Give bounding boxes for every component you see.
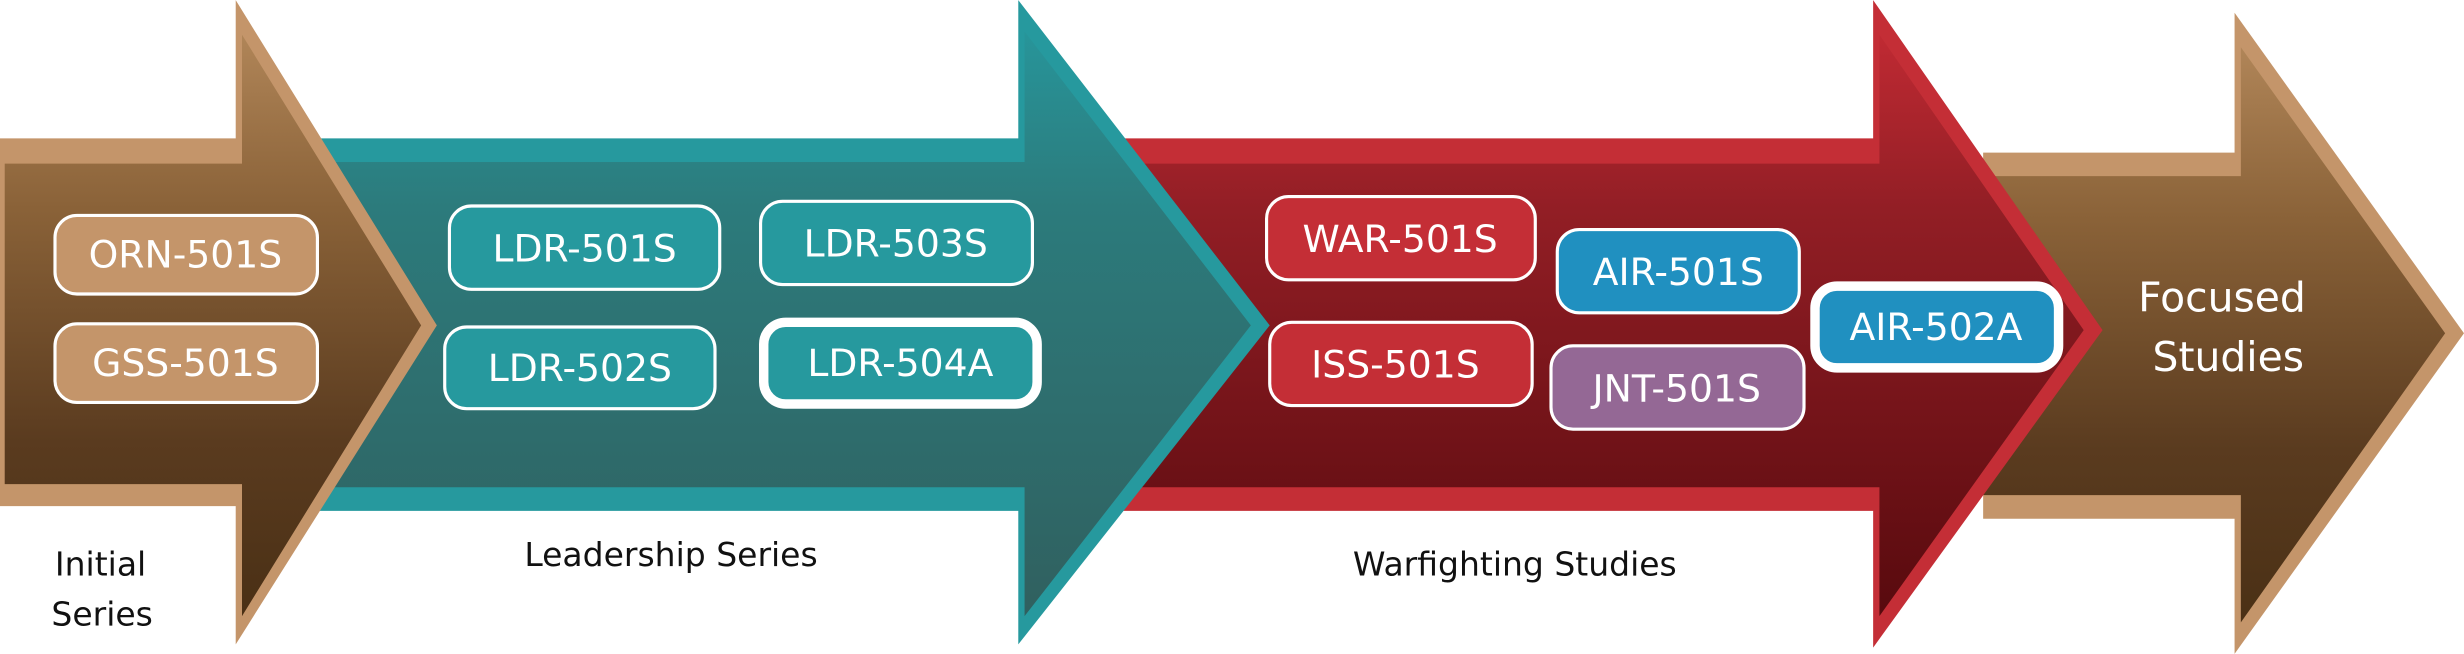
course-ldr-501s[interactable]: LDR-501S: [447, 204, 722, 291]
course-gss-501s[interactable]: GSS-501S: [53, 322, 319, 404]
stage-label-initial-line2: Series: [51, 595, 152, 634]
course-ldr-504a[interactable]: LDR-504A: [759, 317, 1042, 409]
course-iss-501s[interactable]: ISS-501S: [1268, 320, 1534, 408]
course-label: ORN-501S: [89, 233, 283, 277]
stage-label-warfighting: Warfighting Studies: [1353, 544, 1677, 583]
course-air-501s[interactable]: AIR-501S: [1555, 228, 1801, 315]
course-label: LDR-503S: [804, 222, 988, 266]
course-label: JNT-501S: [1591, 366, 1761, 410]
course-war-501s[interactable]: WAR-501S: [1265, 195, 1537, 282]
course-label: AIR-501S: [1593, 250, 1764, 294]
course-label: LDR-501S: [492, 226, 676, 270]
course-label: AIR-502A: [1850, 305, 2023, 349]
stage-label-focused-line1: Focused: [2138, 273, 2306, 321]
course-ldr-502s[interactable]: LDR-502S: [443, 325, 717, 411]
course-label: ISS-501S: [1311, 343, 1480, 387]
course-jnt-501s[interactable]: JNT-501S: [1549, 344, 1806, 431]
stage-label-focused-line2: Studies: [2153, 333, 2305, 381]
course-orn-501s[interactable]: ORN-501S: [53, 213, 319, 296]
course-label: LDR-502S: [488, 346, 672, 390]
course-air-502a[interactable]: AIR-502A: [1810, 281, 2064, 373]
course-label: WAR-501S: [1303, 217, 1498, 261]
course-progression-diagram: Focused Studies ORN-501S GSS-501S LDR-50…: [0, 0, 2464, 654]
stage-label-leadership: Leadership Series: [524, 535, 817, 574]
stage-label-initial-line1: Initial: [55, 544, 146, 583]
course-ldr-503s[interactable]: LDR-503S: [759, 199, 1034, 287]
course-label: LDR-504A: [807, 341, 993, 385]
course-label: GSS-501S: [92, 341, 279, 385]
